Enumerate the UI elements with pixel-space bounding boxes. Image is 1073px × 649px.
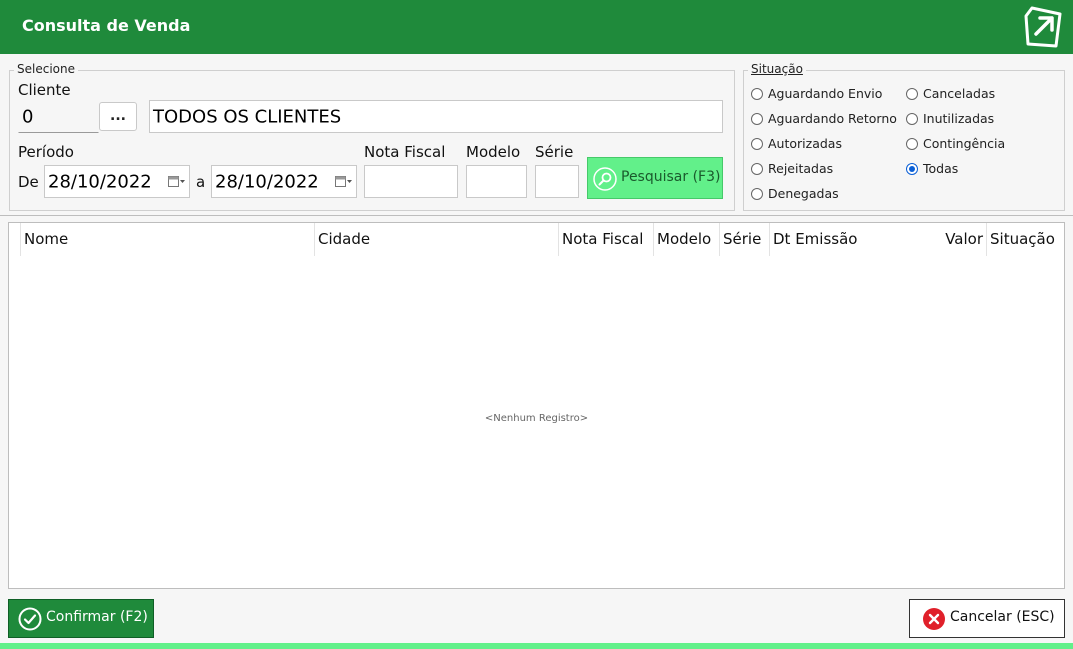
situacao-legend: Situação (748, 62, 806, 76)
cancel-button[interactable]: Cancelar (ESC) (909, 599, 1065, 638)
cliente-lookup-button[interactable]: ... (99, 102, 137, 131)
a-label: a (196, 173, 206, 191)
cliente-name-value: TODOS OS CLIENTES (153, 106, 342, 127)
radio-label: Contingência (923, 136, 1006, 151)
radio-label: Canceladas (923, 86, 996, 101)
column-header-valor[interactable]: Valor (934, 223, 986, 256)
nota-fiscal-field[interactable] (364, 165, 458, 198)
radio-label: Autorizadas (768, 136, 842, 151)
radio-button[interactable] (751, 163, 763, 175)
calendar-icon[interactable] (168, 175, 186, 188)
exit-arrow-icon[interactable] (1020, 4, 1066, 50)
radio-button-selected[interactable] (906, 163, 918, 175)
date-from-value: 28/10/2022 (48, 171, 152, 192)
bottom-accent-bar (0, 643, 1073, 649)
search-button-label: Pesquisar (F3) (621, 169, 721, 185)
radio-button[interactable] (906, 113, 918, 125)
results-grid[interactable]: Nome Cidade Nota Fiscal Modelo Série Dt … (8, 222, 1065, 589)
column-header-dt-emissao[interactable]: Dt Emissão (769, 223, 934, 256)
empty-message: <Nenhum Registro> (484, 413, 589, 424)
column-header-nota-fiscal[interactable]: Nota Fiscal (558, 223, 653, 256)
column-header-nome[interactable]: Nome (20, 223, 314, 256)
cliente-name-field[interactable]: TODOS OS CLIENTES (149, 100, 723, 133)
radio-button[interactable] (751, 138, 763, 150)
close-circle-icon (923, 608, 945, 630)
column-header-modelo[interactable]: Modelo (653, 223, 719, 256)
radio-button[interactable] (751, 88, 763, 100)
date-to-value: 28/10/2022 (215, 171, 319, 192)
modelo-label: Modelo (466, 143, 521, 161)
radio-button[interactable] (906, 138, 918, 150)
radio-label: Denegadas (768, 186, 839, 201)
radio-label: Todas (923, 161, 959, 176)
title-bar: Consulta de Venda (0, 0, 1073, 54)
radio-label: Aguardando Retorno (768, 111, 897, 126)
confirm-button[interactable]: Confirmar (F2) (8, 599, 154, 638)
column-header-serie[interactable]: Série (719, 223, 769, 256)
serie-label: Série (535, 143, 574, 161)
calendar-icon[interactable] (335, 175, 353, 188)
magnifier-icon (593, 167, 617, 191)
cliente-code-field[interactable]: 0 (18, 101, 99, 133)
column-header-situacao[interactable]: Situação (986, 223, 1064, 256)
serie-field[interactable] (535, 165, 579, 198)
cancel-button-label: Cancelar (ESC) (950, 609, 1055, 625)
nota-fiscal-label: Nota Fiscal (364, 143, 446, 161)
window-title: Consulta de Venda (22, 16, 191, 35)
check-circle-icon (18, 607, 42, 631)
radio-button[interactable] (751, 113, 763, 125)
radio-button[interactable] (906, 88, 918, 100)
confirm-button-label: Confirmar (F2) (46, 609, 148, 625)
modelo-field[interactable] (466, 165, 527, 198)
radio-label: Inutilizadas (923, 111, 995, 126)
date-to-field[interactable]: 28/10/2022 (211, 165, 357, 198)
periodo-label: Período (18, 143, 74, 161)
radio-label: Rejeitadas (768, 161, 834, 176)
selecione-legend: Selecione (14, 62, 78, 76)
column-header-cidade[interactable]: Cidade (314, 223, 558, 256)
search-button[interactable]: Pesquisar (F3) (587, 157, 723, 199)
cliente-code-value: 0 (22, 106, 34, 128)
radio-label: Aguardando Envio (768, 86, 883, 101)
date-from-field[interactable]: 28/10/2022 (44, 165, 190, 198)
divider (0, 215, 1073, 216)
cliente-label: Cliente (18, 81, 71, 99)
de-label: De (18, 173, 39, 191)
radio-button[interactable] (751, 188, 763, 200)
